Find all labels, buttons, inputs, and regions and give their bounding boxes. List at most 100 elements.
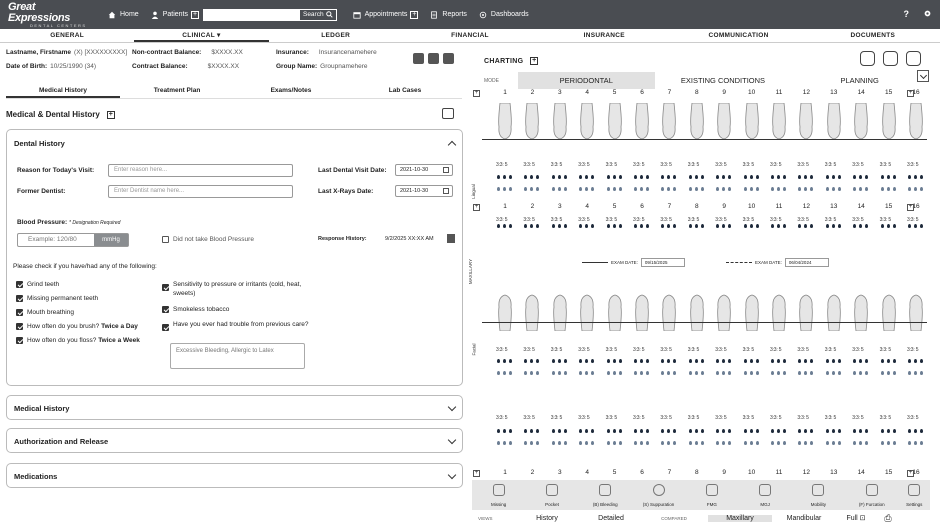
tooth-number[interactable]: 6 xyxy=(636,203,648,210)
probe-depth[interactable]: 3:3: 5 xyxy=(496,217,508,223)
bleeding-point[interactable] xyxy=(810,441,814,445)
bleeding-point[interactable] xyxy=(557,371,561,375)
bleeding-point[interactable] xyxy=(722,441,726,445)
probe-depth[interactable]: 3:3: 5 xyxy=(825,347,837,353)
bleeding-point[interactable] xyxy=(810,187,814,191)
bleeding-point[interactable] xyxy=(771,175,774,179)
medications-panel[interactable]: Medications xyxy=(6,463,463,488)
bleeding-point[interactable] xyxy=(563,187,567,191)
bleeding-point[interactable] xyxy=(804,224,808,228)
tooth-number[interactable]: 6 xyxy=(636,89,648,96)
tool-fmg[interactable]: FMG xyxy=(685,480,738,510)
pen-icon[interactable] xyxy=(413,53,424,64)
tooth-number[interactable]: 3 xyxy=(554,89,566,96)
floss-checkbox[interactable] xyxy=(16,337,23,344)
bleeding-point[interactable] xyxy=(509,359,512,363)
expand-row-plus-icon[interactable]: + xyxy=(473,90,480,97)
bleeding-point[interactable] xyxy=(798,187,802,191)
bleeding-point[interactable] xyxy=(497,359,500,363)
tooth-number[interactable]: 5 xyxy=(609,469,621,476)
bleeding-point[interactable] xyxy=(667,371,671,375)
view-history[interactable]: History xyxy=(512,515,582,522)
bleeding-point[interactable] xyxy=(700,441,704,445)
tool-mobility[interactable]: Mobility xyxy=(792,480,845,510)
bleeding-point[interactable] xyxy=(914,224,917,228)
bleeding-point[interactable] xyxy=(585,371,589,375)
bleeding-point[interactable] xyxy=(716,371,720,375)
probe-depth[interactable]: 3:3: 5 xyxy=(880,217,892,223)
tooth-15[interactable] xyxy=(880,285,898,331)
tooth-4[interactable] xyxy=(578,103,596,149)
bleeding-point[interactable] xyxy=(640,187,643,191)
bleeding-point[interactable] xyxy=(551,175,555,179)
bleeding-point[interactable] xyxy=(579,371,583,375)
bleeding-point[interactable] xyxy=(865,371,869,375)
bleeding-point[interactable] xyxy=(536,429,540,433)
bleeding-point[interactable] xyxy=(716,359,720,363)
bleeding-point[interactable] xyxy=(920,224,923,228)
bleeding-point[interactable] xyxy=(579,224,583,228)
bleeding-point[interactable] xyxy=(661,359,665,363)
bleeding-point[interactable] xyxy=(524,359,528,363)
mode-planning[interactable]: PLANNING xyxy=(791,72,928,89)
tooth-number[interactable]: 15 xyxy=(883,203,895,210)
tooth-9[interactable] xyxy=(715,285,733,331)
bleeding-point[interactable] xyxy=(749,175,753,179)
bleeding-point[interactable] xyxy=(804,359,808,363)
tooth-2[interactable] xyxy=(523,285,541,331)
bleeding-point[interactable] xyxy=(688,224,692,228)
bleeding-point[interactable] xyxy=(749,187,753,191)
tooth-5[interactable] xyxy=(606,103,624,149)
tab-general[interactable]: GENERAL xyxy=(0,29,134,42)
probe-depth[interactable]: 3:3: 5 xyxy=(606,162,618,168)
probe-depth[interactable]: 3:3: 5 xyxy=(633,217,645,223)
bleeding-point[interactable] xyxy=(688,441,692,445)
add-patient-plus-icon[interactable]: + xyxy=(190,10,199,19)
bleeding-point[interactable] xyxy=(591,175,595,179)
tooth-number[interactable]: 4 xyxy=(581,203,593,210)
probe-depth[interactable]: 3:3: 5 xyxy=(770,217,782,223)
tooth-8[interactable] xyxy=(688,285,706,331)
probe-depth[interactable]: 3:3: 5 xyxy=(825,162,837,168)
bleeding-point[interactable] xyxy=(743,359,747,363)
response-history-dropdown[interactable] xyxy=(447,234,455,243)
tooth-number[interactable]: 10 xyxy=(746,89,758,96)
tooth-number[interactable]: 3 xyxy=(554,203,566,210)
bleeding-point[interactable] xyxy=(661,429,665,433)
probe-depth[interactable]: 3:3: 5 xyxy=(715,162,727,168)
bleeding-point[interactable] xyxy=(810,371,814,375)
bleeding-point[interactable] xyxy=(646,359,649,363)
bleeding-point[interactable] xyxy=(694,371,698,375)
bleeding-point[interactable] xyxy=(673,371,677,375)
chevron-down-icon[interactable] xyxy=(447,402,457,412)
add-appointment-plus-icon[interactable]: + xyxy=(410,10,419,19)
authorization-panel[interactable]: Authorization and Release xyxy=(6,428,463,453)
probe-depth[interactable]: 3:3: 5 xyxy=(880,415,892,421)
bleeding-point[interactable] xyxy=(563,175,567,179)
bleeding-point[interactable] xyxy=(551,224,555,228)
tooth-number[interactable]: 10 xyxy=(746,469,758,476)
probe-depth[interactable]: 3:3: 5 xyxy=(770,347,782,353)
probe-depth[interactable]: 3:3: 5 xyxy=(715,415,727,421)
bleeding-point[interactable] xyxy=(804,371,808,375)
bleeding-point[interactable] xyxy=(606,175,610,179)
probe-depth[interactable]: 3:3: 5 xyxy=(496,347,508,353)
tab-ledger[interactable]: LEDGER xyxy=(269,29,403,42)
bleeding-point[interactable] xyxy=(908,187,911,191)
no-bp-checkbox[interactable] xyxy=(162,236,169,243)
tooth-13[interactable] xyxy=(825,285,843,331)
tab-exams-notes[interactable]: Exams/Notes xyxy=(234,85,348,98)
probe-depth[interactable]: 3:3: 5 xyxy=(606,347,618,353)
probe-depth[interactable]: 3:3: 5 xyxy=(578,347,590,353)
bleeding-point[interactable] xyxy=(497,371,500,375)
tooth-8[interactable] xyxy=(688,103,706,149)
bleeding-point[interactable] xyxy=(618,175,622,179)
bleeding-point[interactable] xyxy=(755,359,759,363)
bleeding-point[interactable] xyxy=(618,371,622,375)
bleeding-point[interactable] xyxy=(661,175,665,179)
bleeding-point[interactable] xyxy=(497,224,500,228)
bleeding-point[interactable] xyxy=(810,224,814,228)
bleeding-point[interactable] xyxy=(646,371,649,375)
bleeding-point[interactable] xyxy=(634,441,637,445)
bleeding-point[interactable] xyxy=(743,187,747,191)
